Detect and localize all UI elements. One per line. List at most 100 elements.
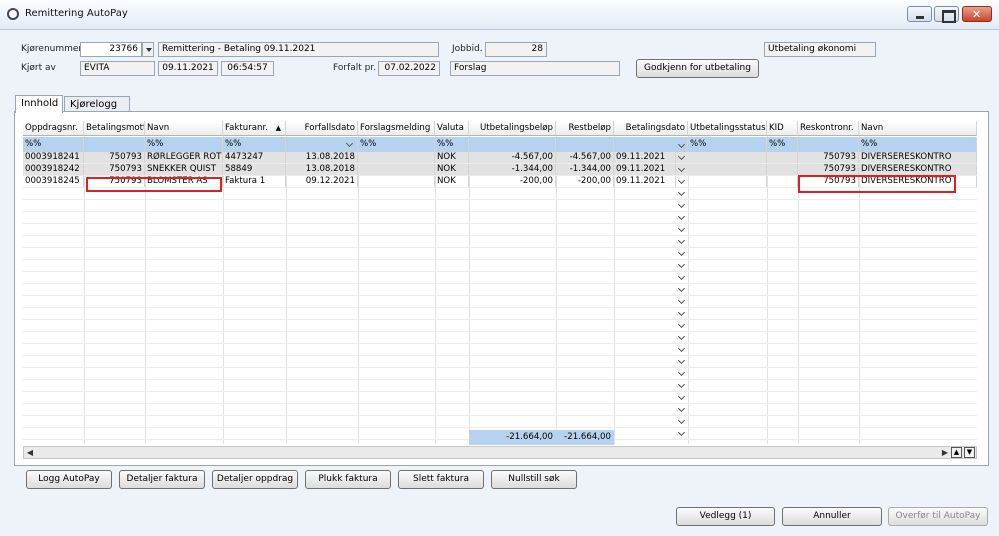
row-divider [23, 427, 977, 428]
col-forfallsdato[interactable]: Forfallsdato [286, 121, 358, 136]
row-divider [23, 235, 977, 236]
chevron-down-icon[interactable] [676, 355, 688, 367]
chevron-down-icon[interactable] [676, 187, 688, 199]
type-field: Utbetaling økonomi [764, 42, 876, 57]
col-reskontronr[interactable]: Reskontronr. [798, 121, 859, 136]
filter-forfallsdato[interactable] [286, 137, 358, 152]
forfalt-field: 07.02.2022 [378, 61, 440, 76]
filter-oppdragsnr[interactable]: %% [23, 137, 84, 152]
chevron-down-icon[interactable] [676, 427, 688, 439]
chevron-down-icon[interactable] [676, 379, 688, 391]
chevron-down-icon[interactable] [676, 307, 688, 319]
horizontal-scrollbar[interactable]: ◀ ▶ [23, 446, 977, 459]
annuller-button[interactable]: Annuller [782, 507, 882, 526]
chevron-down-icon[interactable] [676, 139, 688, 151]
row-divider [23, 163, 977, 164]
sum-utbetalingsbelop: -21.664,00 [469, 430, 556, 445]
col-betalingsmott[interactable]: Betalingsmott [84, 121, 145, 136]
kjorenummer-input[interactable]: 23766 [80, 42, 142, 57]
scroll-left-icon[interactable]: ◀ [25, 448, 35, 458]
row-divider [23, 223, 977, 224]
filter-forslagsmelding[interactable]: %% [358, 137, 435, 152]
col-valuta[interactable]: Valuta [435, 121, 469, 136]
sort-asc-icon: ▲ [275, 124, 281, 132]
chevron-down-icon[interactable] [676, 211, 688, 223]
description-field: Remittering - Betaling 09.11.2021 [158, 42, 439, 57]
col-kid[interactable]: KID [767, 121, 798, 136]
plukk-faktura-button[interactable]: Plukk faktura [305, 470, 391, 489]
row-divider [23, 247, 977, 248]
overfor-autopay-button[interactable]: Overfør til AutoPay [888, 507, 988, 526]
chevron-down-icon[interactable] [676, 199, 688, 211]
filter-kid[interactable]: %% [767, 137, 798, 152]
detaljer-oppdrag-button[interactable]: Detaljer oppdrag [212, 470, 298, 489]
col-fakturanr-label: Fakturanr. [225, 123, 268, 133]
row-divider [23, 259, 977, 260]
filter-restbelop[interactable] [556, 137, 614, 152]
kjort-av-field: EVITA [80, 61, 155, 76]
row-divider [23, 367, 977, 368]
detaljer-faktura-button[interactable]: Detaljer faktura [119, 470, 205, 489]
chevron-down-icon[interactable] [676, 223, 688, 235]
page-up-icon[interactable]: ▲ [951, 447, 962, 458]
row-divider [23, 343, 977, 344]
row-divider [23, 211, 977, 212]
col-oppdragsnr[interactable]: Oppdragsnr. [23, 121, 84, 136]
kjorenummer-dropdown-icon[interactable] [142, 42, 154, 57]
chevron-down-icon[interactable] [676, 259, 688, 271]
chevron-down-icon[interactable] [676, 235, 688, 247]
col-reskontro-navn[interactable]: Navn [859, 121, 977, 136]
maximize-button[interactable] [934, 6, 959, 23]
filter-navn[interactable]: %% [145, 137, 223, 152]
row-divider [23, 391, 977, 392]
col-utbetalingsbelop[interactable]: Utbetalingsbeløp [469, 121, 556, 136]
scroll-right-icon[interactable]: ▶ [940, 448, 950, 458]
row-divider [23, 199, 977, 200]
godkjenn-button[interactable]: Godkjenn for utbetaling [636, 59, 759, 78]
chevron-down-icon[interactable] [676, 151, 688, 163]
col-betalingsdato[interactable]: Betalingsdato [614, 121, 688, 136]
page-down-icon[interactable]: ▼ [964, 447, 975, 458]
chevron-down-icon[interactable] [676, 343, 688, 355]
nullstill-sok-button[interactable]: Nullstill søk [491, 470, 577, 489]
chevron-down-icon[interactable] [344, 138, 356, 150]
chevron-down-icon[interactable] [676, 247, 688, 259]
chevron-down-icon[interactable] [676, 319, 688, 331]
col-utbetalingsstatus[interactable]: Utbetalingsstatus [688, 121, 767, 136]
close-button[interactable] [962, 6, 992, 22]
kjort-av-label: Kjørt av [21, 63, 56, 73]
tab-innhold[interactable]: Innhold [15, 95, 63, 113]
chevron-down-icon[interactable] [676, 271, 688, 283]
logg-autopay-button[interactable]: Logg AutoPay [26, 470, 112, 489]
jobbid-field: 28 [485, 42, 547, 57]
filter-reskontro-navn[interactable]: %% [859, 137, 977, 152]
kjort-date-field: 09.11.2021 [158, 61, 218, 76]
chevron-down-icon[interactable] [676, 283, 688, 295]
chevron-down-icon[interactable] [676, 415, 688, 427]
vedlegg-button[interactable]: Vedlegg (1) [676, 507, 775, 526]
chevron-down-icon[interactable] [676, 163, 688, 175]
col-navn[interactable]: Navn [145, 121, 223, 136]
filter-valuta[interactable]: %% [435, 137, 469, 152]
filter-fakturanr[interactable]: %% [223, 137, 286, 152]
col-fakturanr[interactable]: Fakturanr. ▲ [223, 121, 286, 136]
filter-utbetalingsstatus[interactable]: %% [688, 137, 767, 152]
minimize-button[interactable] [907, 6, 932, 22]
row-divider [23, 403, 977, 404]
chevron-down-icon[interactable] [676, 295, 688, 307]
chevron-down-icon[interactable] [676, 331, 688, 343]
slett-faktura-button[interactable]: Slett faktura [398, 470, 484, 489]
chevron-down-icon[interactable] [676, 367, 688, 379]
chevron-down-icon[interactable] [676, 403, 688, 415]
col-forslagsmelding[interactable]: Forslagsmelding [358, 121, 435, 136]
app-icon [7, 8, 19, 20]
col-restbelop[interactable]: Restbeløp [556, 121, 614, 136]
row-divider [23, 319, 977, 320]
filter-utbetalingsbelop[interactable] [469, 137, 556, 152]
filter-betalingsmott[interactable] [84, 137, 145, 152]
chevron-down-icon[interactable] [676, 391, 688, 403]
chevron-down-icon[interactable] [676, 175, 688, 187]
filter-reskontronr[interactable] [798, 137, 859, 152]
status-field: Forslag [450, 61, 620, 76]
row-divider [23, 415, 977, 416]
